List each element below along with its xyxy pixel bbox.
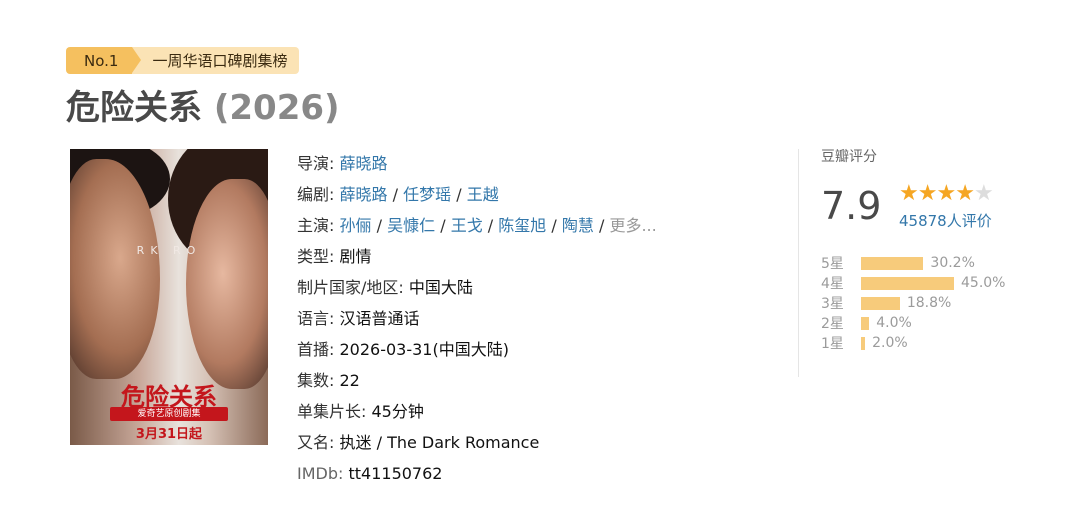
rank-list-name: 一周华语口碑剧集榜 (132, 47, 300, 74)
episodes-label: 集数: (297, 371, 335, 390)
info-row-director: 导演: 薛晓路 (297, 148, 657, 179)
star-filled-icon: ★ (917, 181, 938, 206)
rating-votes-link[interactable]: 45878人评价 (899, 210, 992, 231)
info-row-duration: 单集片长: 45分钟 (297, 396, 657, 427)
info-row-imdb: IMDb: tt41150762 (297, 458, 657, 489)
rating-dist-percent: 30.2% (930, 255, 975, 271)
rating-dist-bar (861, 316, 870, 330)
director-link[interactable]: 薛晓路 (340, 154, 388, 173)
rating-dist-bar (861, 296, 900, 310)
rating-dist-row: 5星 30.2% (821, 253, 1005, 273)
show-year: (2026) (213, 88, 340, 128)
more-cast-link[interactable]: 更多... (609, 216, 656, 235)
rank-number: No.1 (66, 47, 142, 74)
info-row-genre: 类型: 剧情 (297, 241, 657, 272)
writers-label: 编剧: (297, 185, 335, 204)
separator: / (392, 185, 398, 204)
separator: / (456, 185, 462, 204)
separator: / (440, 216, 446, 235)
cast-label: 主演: (297, 216, 335, 235)
rating-distribution: 5星 30.2% 4星 45.0% 3星 18.8% 2星 4.0% 1星 2.0% (821, 253, 1005, 353)
writer-link[interactable]: 薛晓路 (340, 185, 388, 204)
separator: / (376, 216, 382, 235)
cast-link[interactable]: 陈玺旭 (498, 216, 546, 235)
rating-dist-row: 4星 45.0% (821, 273, 1005, 293)
rating-dist-row: 3星 18.8% (821, 293, 1005, 313)
director-label: 导演: (297, 154, 335, 173)
rating-dist-label: 2星 (821, 316, 844, 332)
rating-dist-bar (861, 336, 866, 350)
aka-label: 又名: (297, 433, 335, 452)
rating-dist-row: 2星 4.0% (821, 313, 1005, 333)
show-title: 危险关系 (66, 88, 202, 128)
poster-subtitle: 爱奇艺原创剧集 (110, 407, 228, 421)
info-row-language: 语言: 汉语普通话 (297, 303, 657, 334)
info-panel: 导演: 薛晓路 编剧: 薛晓路 / 任梦瑶 / 王越 主演: 孙俪 / 吴慷仁 … (297, 148, 657, 489)
duration-label: 单集片长: (297, 402, 367, 421)
aka-value: 执迷 / The Dark Romance (339, 433, 540, 452)
rating-dist-label: 4星 (821, 276, 844, 292)
duration-value: 45分钟 (371, 402, 424, 421)
page-title: 危险关系 (2026) (66, 80, 340, 129)
rank-badge[interactable]: No.1 一周华语口碑剧集榜 (66, 47, 300, 74)
rating-dist-percent: 2.0% (872, 335, 908, 351)
rating-dist-label: 5星 (821, 256, 844, 272)
cast-link[interactable]: 孙俪 (340, 216, 372, 235)
rating-dist-bar (861, 276, 954, 290)
star-filled-icon: ★ (936, 181, 956, 206)
rating-dist-label: 1星 (821, 336, 844, 352)
writer-link[interactable]: 任梦瑶 (403, 185, 451, 204)
country-label: 制片国家/地区: (297, 278, 404, 297)
info-row-aka: 又名: 执迷 / The Dark Romance (297, 427, 657, 458)
genre-label: 类型: (297, 247, 335, 266)
info-row-episodes: 集数: 22 (297, 365, 657, 396)
rating-stars: ★★★★★ (899, 181, 994, 206)
separator: / (598, 216, 605, 235)
episodes-value: 22 (339, 371, 360, 390)
rating-dist-label: 3星 (821, 296, 844, 312)
rating-title: 豆瓣评分 (821, 149, 877, 165)
premiere-value: 2026-03-31(中国大陆) (339, 340, 509, 359)
star-filled-icon: ★ (899, 181, 919, 206)
rating-score: 7.9 (821, 184, 882, 228)
imdb-label: IMDb: (297, 464, 344, 483)
writer-link[interactable]: 王越 (467, 185, 499, 204)
cast-link[interactable]: 吴慷仁 (387, 216, 435, 235)
poster-overlay-text: RK RO (136, 244, 202, 257)
rating-dist-bar (861, 256, 924, 270)
rating-dist-percent: 4.0% (876, 315, 912, 331)
rating-divider (798, 149, 799, 377)
cast-link[interactable]: 王戈 (451, 216, 483, 235)
genre-value: 剧情 (339, 247, 372, 266)
language-value: 汉语普通话 (339, 309, 420, 328)
cast-link[interactable]: 陶慧 (562, 216, 594, 235)
rating-dist-percent: 45.0% (961, 275, 1006, 291)
poster-date: 3月31日起 (135, 427, 203, 442)
separator: / (487, 216, 494, 235)
imdb-value: tt41150762 (348, 464, 443, 483)
info-row-country: 制片国家/地区: 中国大陆 (297, 272, 657, 303)
language-label: 语言: (297, 309, 335, 328)
info-row-writers: 编剧: 薛晓路 / 任梦瑶 / 王越 (297, 179, 657, 210)
star-empty-icon: ★ (973, 181, 994, 206)
poster-image[interactable]: RK RO 危险关系 爱奇艺原创剧集 3月31日起 (70, 149, 268, 445)
info-row-premiere: 首播: 2026-03-31(中国大陆) (297, 334, 657, 365)
rating-dist-row: 1星 2.0% (821, 333, 1005, 353)
rating-dist-percent: 18.8% (906, 295, 952, 311)
premiere-label: 首播: (297, 340, 335, 359)
country-value: 中国大陆 (408, 278, 473, 297)
poster-face-right (186, 179, 268, 389)
info-row-cast: 主演: 孙俪 / 吴慷仁 / 王戈 / 陈玺旭 / 陶慧 / 更多... (297, 210, 657, 241)
separator: / (551, 216, 557, 235)
star-filled-icon: ★ (955, 181, 975, 206)
